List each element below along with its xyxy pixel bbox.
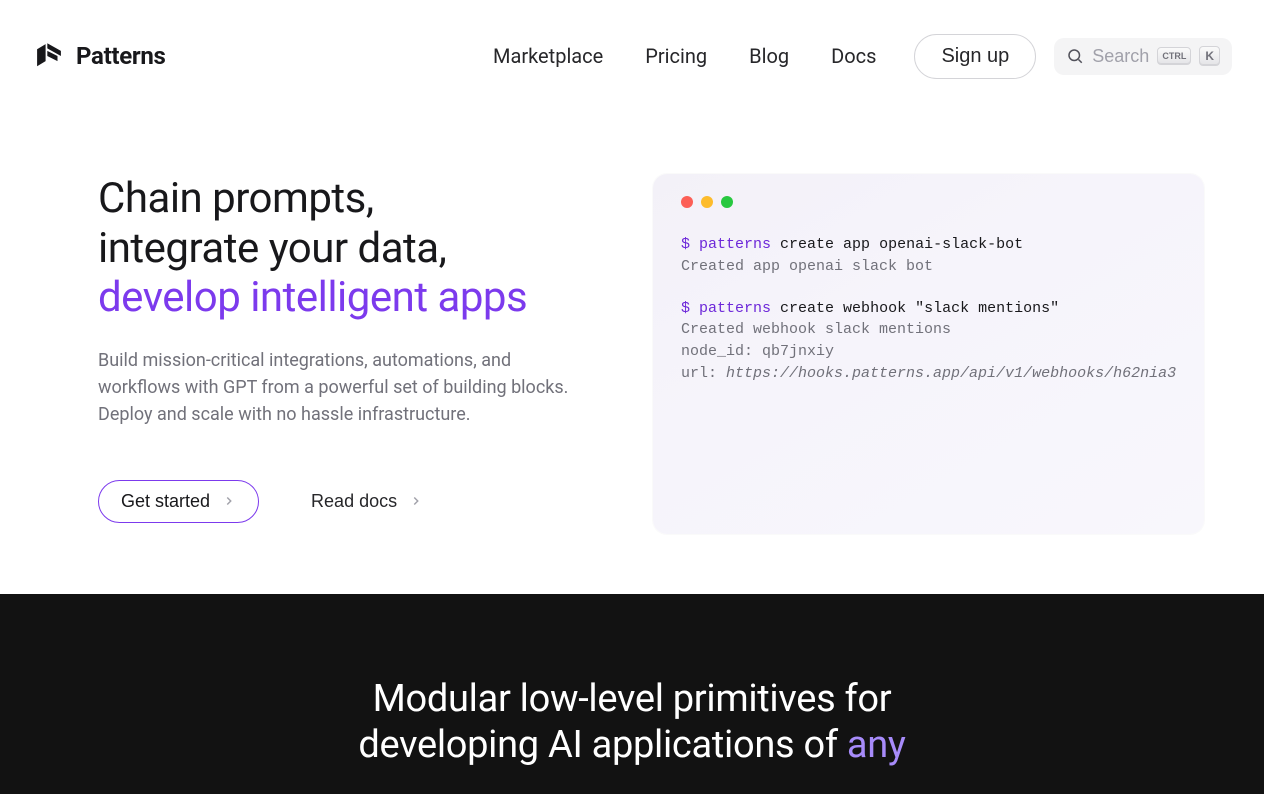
nav-links: Marketplace Pricing Blog Docs	[493, 44, 876, 68]
terminal-line: $ patterns create webhook "slack mention…	[681, 298, 1176, 320]
hero-title-line3: develop intelligent apps	[98, 273, 527, 322]
brand-name: Patterns	[76, 42, 166, 70]
dark-heading-line2b: any	[847, 723, 906, 767]
terminal-line: $ patterns create app openai-slack-bot	[681, 234, 1176, 256]
terminal-prompt: $	[681, 300, 690, 317]
terminal-output: Created webhook slack mentions	[681, 319, 1176, 341]
terminal-output: url: https://hooks.patterns.app/api/v1/w…	[681, 363, 1176, 385]
hero-copy: Chain prompts, integrate your data, deve…	[98, 174, 593, 534]
nav-link-pricing[interactable]: Pricing	[645, 44, 707, 68]
terminal-preview: $ patterns create app openai-slack-bot C…	[653, 174, 1204, 534]
chevron-right-icon	[222, 494, 236, 508]
hero-ctas: Get started Read docs	[98, 480, 593, 523]
terminal-body: $ patterns create app openai-slack-bot C…	[681, 234, 1176, 385]
hero-subtitle: Build mission-critical integrations, aut…	[98, 347, 583, 428]
terminal-output-url: https://hooks.patterns.app/api/v1/webhoo…	[726, 365, 1176, 382]
terminal-args: create webhook "slack mentions"	[771, 300, 1059, 317]
terminal-output: Created app openai slack bot	[681, 256, 1176, 278]
terminal-args: create app openai-slack-bot	[771, 236, 1023, 253]
nav-link-blog[interactable]: Blog	[749, 44, 789, 68]
search-placeholder: Search	[1092, 46, 1149, 67]
nav-link-docs[interactable]: Docs	[831, 44, 876, 68]
terminal-output: node_id: qb7jnxiy	[681, 341, 1176, 363]
terminal-cmd: patterns	[699, 300, 771, 317]
nav-right: Marketplace Pricing Blog Docs Sign up Se…	[493, 34, 1232, 79]
dark-section: Modular low-level primitives for develop…	[0, 594, 1264, 794]
chevron-right-icon	[409, 494, 423, 508]
hero-title-line2: integrate your data,	[98, 224, 446, 273]
read-docs-label: Read docs	[311, 491, 397, 512]
dark-heading-line2a: developing AI applications of	[358, 723, 847, 767]
search-icon	[1066, 47, 1084, 65]
brand-logo[interactable]: Patterns	[32, 39, 166, 73]
hero: Chain prompts, integrate your data, deve…	[0, 82, 1264, 594]
hero-title: Chain prompts, integrate your data, deve…	[98, 174, 593, 323]
nav-link-marketplace[interactable]: Marketplace	[493, 44, 603, 68]
terminal-cmd: patterns	[699, 236, 771, 253]
dark-heading: Modular low-level primitives for develop…	[282, 676, 982, 769]
terminal-output-prefix: url:	[681, 365, 726, 382]
minimize-dot-icon	[701, 196, 713, 208]
zoom-dot-icon	[721, 196, 733, 208]
get-started-button[interactable]: Get started	[98, 480, 259, 523]
kbd-ctrl: CTRL	[1157, 47, 1191, 65]
hero-title-line1: Chain prompts,	[98, 174, 374, 223]
terminal-prompt: $	[681, 236, 690, 253]
top-nav: Patterns Marketplace Pricing Blog Docs S…	[0, 0, 1264, 82]
close-dot-icon	[681, 196, 693, 208]
window-controls	[681, 196, 1176, 208]
kbd-k: K	[1199, 46, 1220, 66]
logo-icon	[32, 39, 66, 73]
signup-button[interactable]: Sign up	[914, 34, 1036, 79]
dark-heading-line1: Modular low-level primitives for	[373, 677, 892, 721]
read-docs-button[interactable]: Read docs	[311, 491, 423, 512]
search-button[interactable]: Search CTRL K	[1054, 38, 1232, 75]
get-started-label: Get started	[121, 491, 210, 512]
